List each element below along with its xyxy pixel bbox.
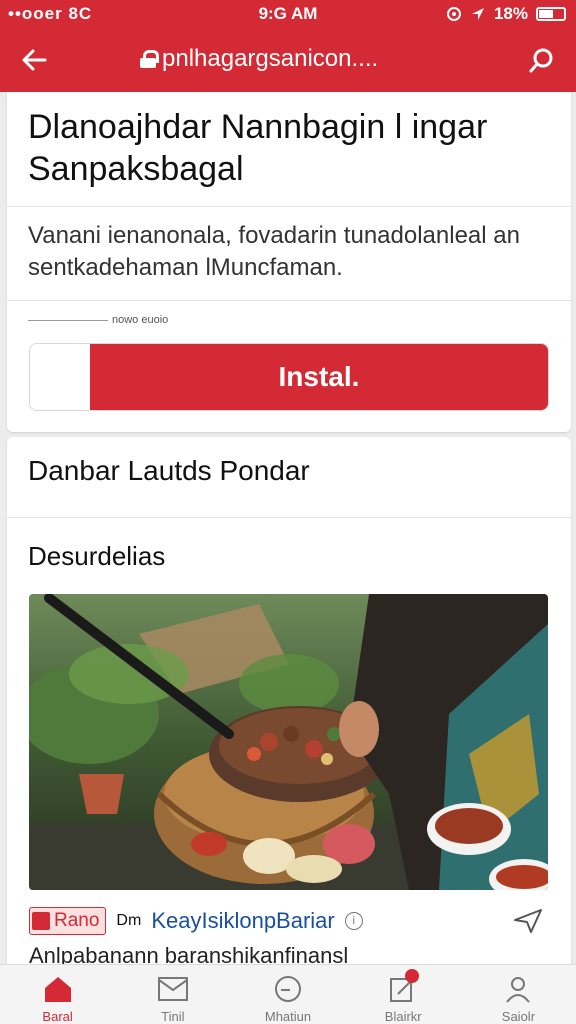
meta-text: nowo euoio	[112, 314, 169, 326]
navigation-icon	[471, 8, 484, 20]
nav-label: Mhatiun	[264, 1009, 312, 1024]
nav-item-home[interactable]: Baral	[0, 965, 115, 1024]
back-arrow-icon	[22, 49, 47, 71]
location-icon	[446, 7, 461, 21]
url-bar[interactable]: pnlhagargsanicon....	[140, 45, 378, 73]
food-photo[interactable]	[29, 594, 548, 890]
back-button[interactable]	[14, 40, 54, 80]
nav-label: Tinil	[161, 1009, 185, 1024]
search-button[interactable]	[522, 40, 562, 80]
nav-label: Baral	[42, 1009, 73, 1024]
content-card: Danbar Lautds Pondar Desurdelias Rano Dm…	[7, 437, 571, 968]
notification-dot	[404, 969, 419, 983]
status-bar: ••ooer 8C 9:G AM 18%	[0, 0, 576, 28]
send-icon	[514, 909, 542, 933]
source-row: Rano Dm KeayIsiklonpBariar i	[29, 905, 549, 937]
nav-item-edit[interactable]: Blairkr	[346, 965, 461, 1024]
clock-icon	[271, 973, 305, 1005]
lock-icon	[140, 50, 159, 68]
source-by: Dm	[116, 912, 142, 929]
nav-label: Saiolr	[501, 1009, 536, 1024]
source-badge[interactable]: Rano	[29, 907, 107, 935]
install-label: Instal.	[90, 344, 548, 410]
source-logo-icon	[32, 912, 50, 930]
app-card: Dlanoajhdar Nannbagin l ingar Sanpaksbag…	[7, 92, 571, 432]
nav-item-mail[interactable]: Tinil	[115, 965, 230, 1024]
info-icon[interactable]: i	[344, 912, 363, 930]
install-button[interactable]: Instal.	[29, 343, 549, 411]
url-text: pnlhagargsanicon....	[162, 45, 379, 72]
food-photo-illustration	[29, 594, 548, 890]
home-icon	[41, 973, 75, 1005]
app-description: Vanani ienanonala, fovadarin tunadolanle…	[28, 222, 520, 281]
sub-title: Desurdelias	[28, 541, 166, 571]
status-icons: 18%	[446, 4, 566, 24]
app-meta: nowo euoio	[28, 314, 168, 326]
install-checkbox[interactable]	[30, 344, 90, 410]
bottom-nav: Baral Tinil Mhatiun Blairkr Saiolr	[0, 964, 576, 1024]
nav-item-profile[interactable]: Saiolr	[461, 965, 576, 1024]
battery-icon	[536, 7, 566, 21]
divider	[7, 206, 571, 207]
top-bar: ••ooer 8C 9:G AM 18% pnlhagargsanicon...…	[0, 0, 576, 92]
section-title: Danbar Lautds Pondar	[28, 455, 310, 486]
source-author[interactable]: KeayIsiklonpBariar	[151, 908, 334, 934]
divider	[7, 517, 571, 518]
nav-item-clock[interactable]: Mhatiun	[230, 965, 345, 1024]
meta-line	[28, 319, 108, 321]
source-name: Rano	[54, 910, 100, 931]
app-bar: pnlhagargsanicon....	[0, 28, 576, 92]
nav-label: Blairkr	[384, 1009, 422, 1024]
share-button[interactable]	[511, 905, 545, 937]
search-icon	[529, 48, 553, 73]
divider	[7, 300, 571, 301]
app-title: Dlanoajhdar Nannbagin l ingar Sanpaksbag…	[28, 108, 488, 188]
mail-icon	[156, 973, 190, 1005]
profile-icon	[501, 973, 535, 1005]
battery-percent: 18%	[493, 4, 528, 23]
